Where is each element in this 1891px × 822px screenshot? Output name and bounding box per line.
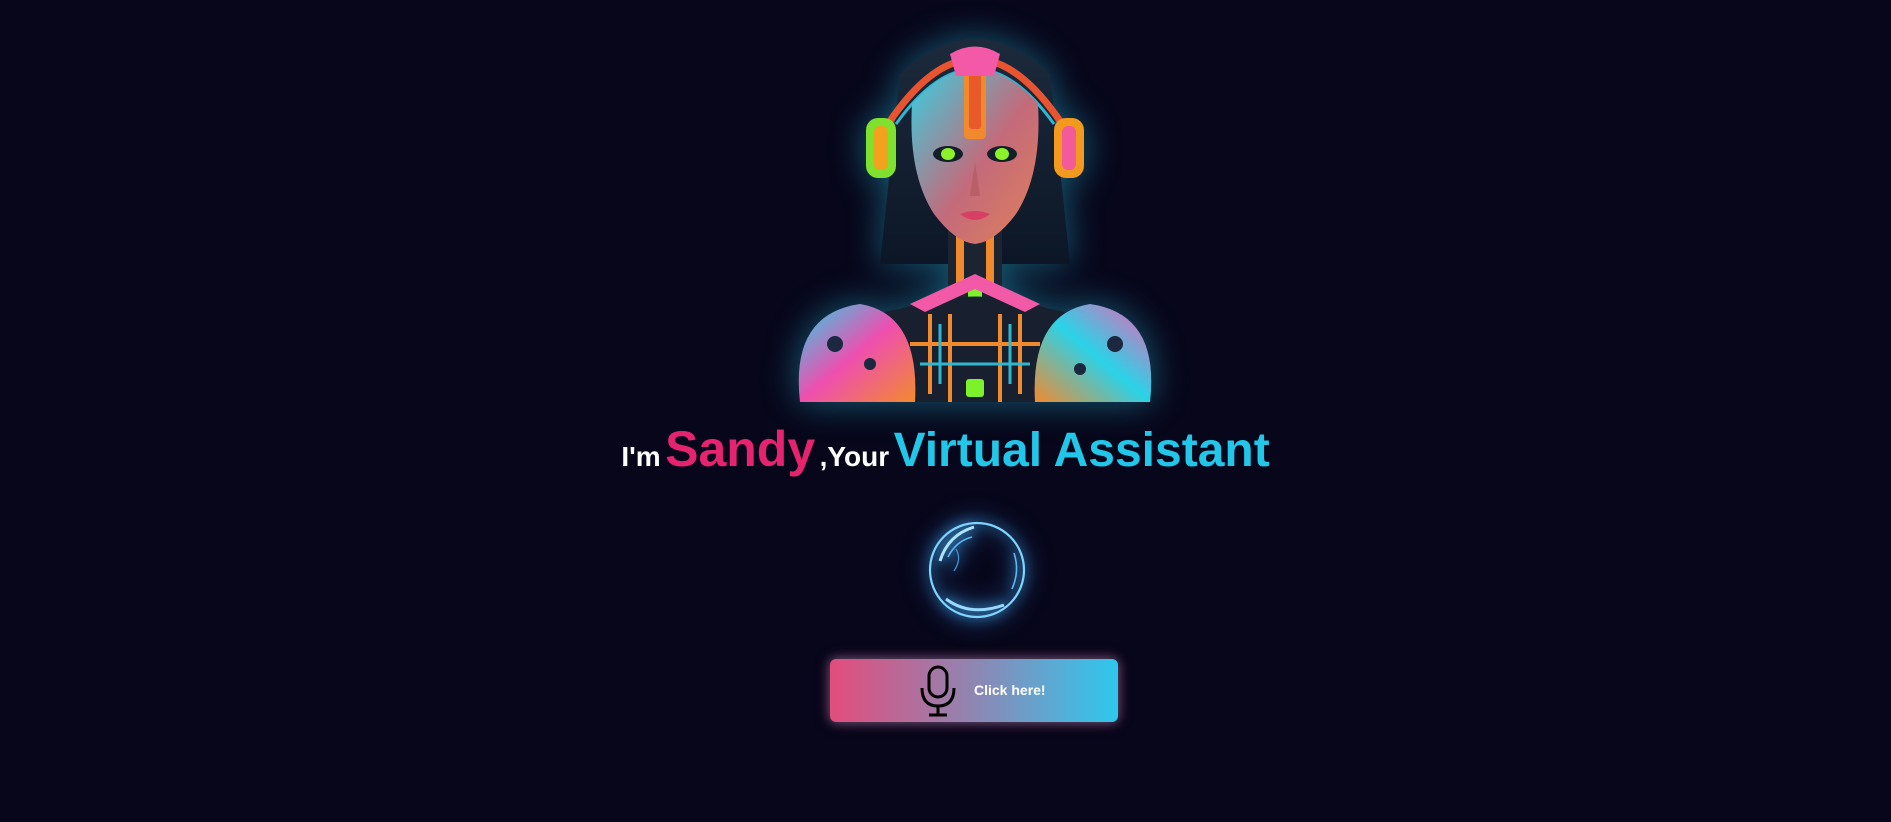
talk-button-label: Click here! [974, 682, 1046, 698]
voice-orb [926, 519, 1028, 621]
microphone-icon [920, 665, 956, 717]
headline-prefix: I'm [621, 441, 661, 472]
headline: I'm Sandy ,Your Virtual Assistant [0, 424, 1891, 475]
assistant-role: Virtual Assistant [893, 424, 1270, 477]
assistant-name: Sandy [665, 421, 816, 477]
page: I'm Sandy ,Your Virtual Assistant Click … [0, 0, 1891, 822]
robot-woman-avatar-icon [798, 39, 1152, 402]
talk-button[interactable]: Click here! [830, 659, 1118, 722]
voice-orb-icon [928, 521, 1026, 619]
assistant-avatar [780, 14, 1170, 402]
headline-connector: ,Your [819, 441, 890, 472]
